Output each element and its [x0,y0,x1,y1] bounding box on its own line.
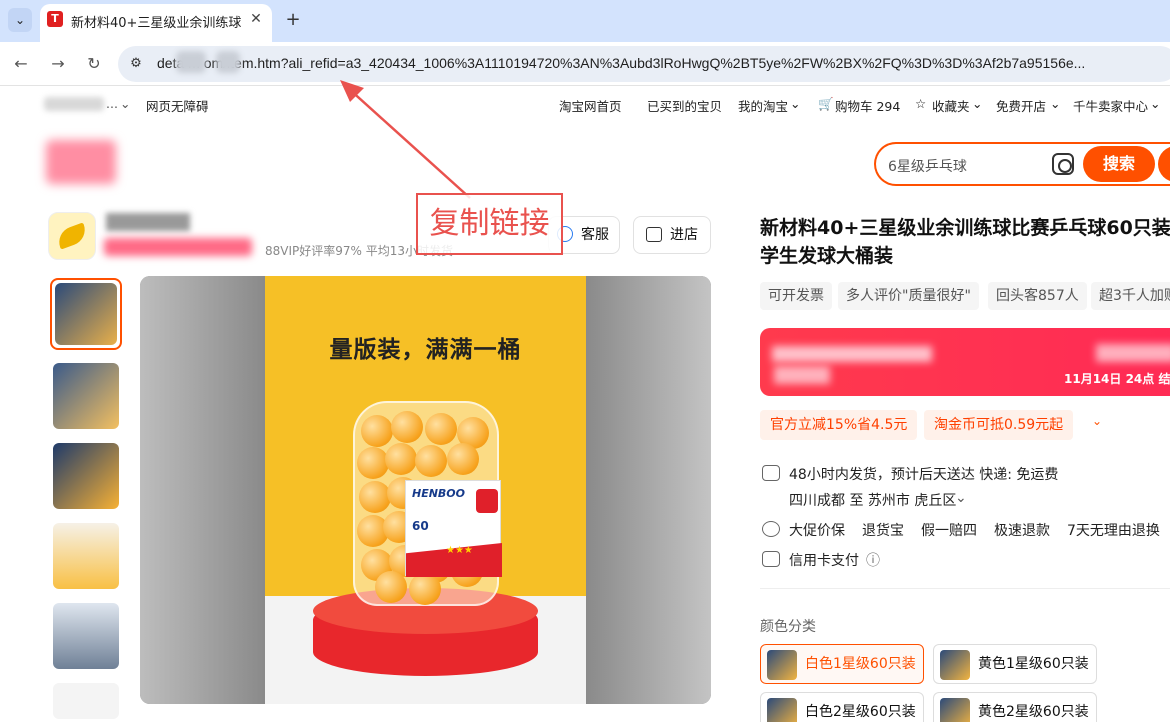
tag-cart-count: 超3千人加购 [1091,282,1170,310]
option-white-1star[interactable]: 白色1星级60只装 [760,644,924,684]
url-text[interactable]: deta m om/item.htm?ali_refid=a3_420434_1… [157,55,1167,71]
shop-icon [646,227,662,242]
guarantee-7day-return[interactable]: 7天无理由退换 [1067,520,1160,540]
label-brand: HENBOO [412,487,466,500]
label-count: 60 [412,519,429,533]
url-redaction [176,51,206,73]
main-product-image[interactable]: 量版装，满满一桶 HENBOO 60 ★★★ [140,276,711,704]
search-button[interactable]: 搜索 [1083,146,1155,182]
camera-search-icon[interactable] [1052,153,1074,175]
ship-location[interactable]: 四川成都 至 苏州市 虎丘区 [789,490,956,510]
forward-icon[interactable]: → [45,51,71,77]
shop-badges-redacted [104,238,252,256]
product-title: 新材料40+三星级业余训练球比赛乒乓球60只装 学生发球大桶装 [760,217,1170,267]
thumbnail-3[interactable] [50,440,122,512]
cart-icon[interactable]: 🛒 [818,96,834,112]
guarantee-fake-compensation[interactable]: 假一赔四 [921,520,977,540]
enter-shop-button[interactable]: 进店 [633,216,711,254]
option-yellow-2star[interactable]: 黄色2星级60只装 [933,692,1097,722]
thumbnail-4[interactable] [50,520,122,592]
cart-link[interactable]: 购物车 294 [835,96,900,115]
browser-tab-active[interactable]: T 新材料40+三星级业余训练球比 ✕ [40,4,272,42]
chevron-down-icon: ⌄ [1150,96,1161,111]
promo-redacted [1096,344,1170,362]
option-white-2star[interactable]: 白色2星级60只装 [760,692,924,722]
site-top-nav: ... ⌄ 网页无障碍 淘宝网首页 已买到的宝贝 我的淘宝 ⌄ 🛒 购物车 29… [0,92,1170,118]
enter-shop-label: 进店 [670,227,698,243]
chevron-down-icon: ⌄ [1050,96,1061,111]
tag-quality: 多人评价"质量很好" [838,282,979,310]
option-thumbnail [767,698,797,722]
option-thumbnail [940,698,970,722]
thumbnail-6[interactable] [50,680,122,722]
color-section-label: 颜色分类 [760,619,816,635]
my-taobao-link[interactable]: 我的淘宝 [738,96,788,115]
thumbnail-1[interactable] [50,278,122,350]
star-icon: ☆ [915,96,927,111]
product-photo: 量版装，满满一桶 HENBOO 60 ★★★ [265,276,586,704]
seller-center-link[interactable]: 千牛卖家中心 [1073,96,1148,115]
chevron-down-icon[interactable]: ⌄ [955,490,967,506]
chevron-down-icon[interactable]: ⌄ [1092,414,1106,428]
option-thumbnail [767,650,797,680]
price-redacted [774,366,830,384]
guarantee-price-protect[interactable]: 大促价保 [789,520,845,540]
guarantee-return-insurance[interactable]: 退货宝 [862,520,904,540]
price-redacted [772,346,932,362]
open-shop-link[interactable]: 免费开店 [996,96,1046,115]
username-redacted [44,97,104,111]
option-thumbnail [940,650,970,680]
label-stars: ★★★ [446,545,473,556]
chevron-down-icon: ⌄ [972,96,983,111]
tab-title: 新材料40+三星级业余训练球比 [71,16,241,31]
image-side-blur [586,276,711,704]
delivery-info: 48小时内发货，预计后天送达 快递: 免运费 [789,467,1059,483]
product-label: HENBOO 60 ★★★ [405,480,502,577]
chevron-down-icon: ⌄ [790,96,801,111]
favorites-link[interactable]: 收藏夹 [932,96,970,115]
shop-name-redacted[interactable] [106,213,190,231]
site-info-icon[interactable]: ⚙ [126,55,146,73]
thumbnail-2[interactable] [50,360,122,432]
bought-link[interactable]: 已买到的宝贝 [647,96,722,115]
tmall-logo-redacted[interactable] [46,140,116,184]
accessibility-link[interactable]: 网页无障碍 [146,96,209,115]
new-tab-icon[interactable]: + [282,9,304,31]
browser-toolbar: ← → ↻ ⚙ deta m om/item.htm?ali_refid=a3_… [0,42,1170,86]
payment-method: 信用卡支付 [789,553,859,569]
tab-search-dropdown-icon[interactable]: ⌄ [8,8,32,32]
guarantee-fast-refund[interactable]: 极速退款 [994,520,1050,540]
coupon-official-discount[interactable]: 官方立减15%省4.5元 [760,410,918,440]
credit-card-icon [762,551,780,567]
option-yellow-1star[interactable]: 黄色1星级60只装 [933,644,1097,684]
search-input[interactable]: 6星级乒乓球 [888,156,1038,176]
back-icon[interactable]: ← [8,51,34,77]
url-redaction [216,51,240,73]
customer-service-label: 客服 [581,227,609,243]
address-bar[interactable]: ⚙ deta m om/item.htm?ali_refid=a3_420434… [118,46,1170,82]
thumbnail-5[interactable] [50,600,122,672]
coupon-taojinbi[interactable]: 淘金币可抵0.59元起 [924,410,1074,440]
tag-invoice: 可开发票 [760,282,832,310]
delivery-icon [762,465,780,481]
info-icon[interactable]: ⓘ [866,550,880,570]
tmall-favicon-icon: T [47,11,63,27]
shop-avatar[interactable] [48,212,96,260]
promo-deadline: 11月14日 24点 结束 [1064,372,1170,386]
shield-icon [762,521,780,537]
annotation-copy-link: 复制链接 [416,193,563,255]
user-menu[interactable]: ... [106,96,118,111]
image-side-blur [140,276,265,704]
brand-logo-icon [476,489,498,513]
tag-repeat-buyers: 回头客857人 [988,282,1087,310]
tab-bar: ⌄ T 新材料40+三星级业余训练球比 ✕ + [0,0,1170,42]
price-banner: 11月14日 24点 结束 [760,328,1170,396]
taobao-home-link[interactable]: 淘宝网首页 [559,96,622,115]
divider [760,588,1170,589]
chevron-down-icon[interactable]: ⌄ [120,96,130,111]
close-tab-icon[interactable]: ✕ [246,9,266,29]
reload-icon[interactable]: ↻ [81,51,107,77]
image-headline: 量版装，满满一桶 [329,337,522,363]
